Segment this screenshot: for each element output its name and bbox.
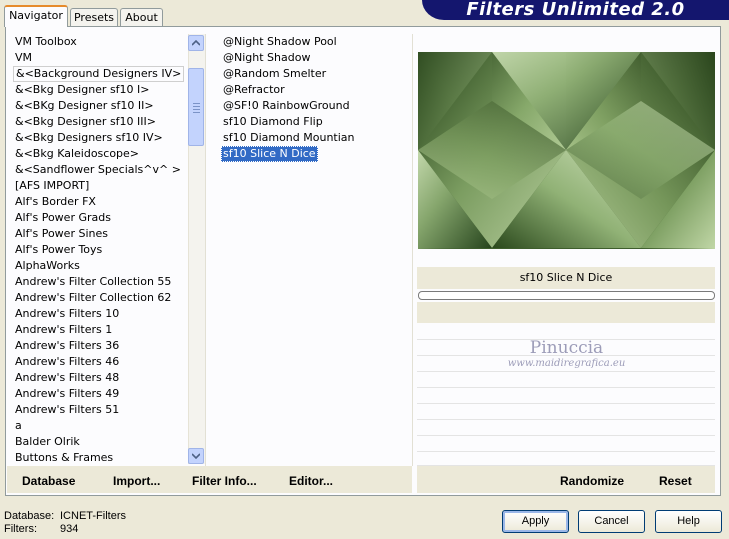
category-item[interactable]: Andrew's Filters 49: [13, 386, 121, 402]
parameter-row: [417, 452, 715, 466]
category-item[interactable]: &<Background Designers IV>: [13, 66, 185, 82]
category-item[interactable]: Andrew's Filter Collection 55: [13, 274, 173, 290]
parameter-row: [417, 420, 715, 436]
apply-button[interactable]: Apply: [502, 510, 569, 533]
help-button-label: Help: [677, 515, 700, 527]
category-item[interactable]: &<BKg Designer sf10 II>: [13, 98, 156, 114]
category-item[interactable]: Alf's Power Sines: [13, 226, 110, 242]
scroll-up-button[interactable]: [188, 35, 204, 51]
category-item[interactable]: [AFS IMPORT]: [13, 178, 91, 194]
reset-button[interactable]: Reset: [659, 474, 692, 488]
category-item[interactable]: Buttons & Frames: [13, 450, 115, 466]
tab-navigator[interactable]: Navigator: [4, 5, 68, 27]
category-item[interactable]: &<Bkg Designer sf10 I>: [13, 82, 152, 98]
progress-bar: [418, 291, 715, 300]
status-database-label: Database:: [4, 510, 55, 522]
tab-about[interactable]: About: [120, 8, 163, 26]
filter-item[interactable]: @Random Smelter: [221, 66, 328, 82]
divider: [205, 34, 206, 466]
filter-item[interactable]: @Night Shadow Pool: [221, 34, 339, 50]
status-database: Database: ICNET-Filters: [4, 510, 126, 522]
filter-preview-image: [418, 52, 715, 249]
status-filters-value: 934: [60, 523, 79, 535]
selected-filter-name-label: sf10 Slice N Dice: [519, 271, 613, 284]
import-button[interactable]: Import...: [113, 474, 160, 488]
editor-button[interactable]: Editor...: [289, 474, 333, 488]
cancel-button[interactable]: Cancel: [578, 510, 645, 533]
category-item[interactable]: &<Bkg Designer sf10 III>: [13, 114, 158, 130]
scroll-down-button[interactable]: [188, 448, 204, 464]
category-item[interactable]: Andrew's Filters 46: [13, 354, 121, 370]
category-item[interactable]: Andrew's Filters 48: [13, 370, 121, 386]
category-item[interactable]: Alf's Power Toys: [13, 242, 104, 258]
status-filters: Filters: 934: [4, 523, 78, 535]
tab-about-label: About: [125, 11, 158, 24]
app-banner: Filters Unlimited 2.0: [422, 0, 729, 20]
filter-item[interactable]: @SF!0 RainbowGround: [221, 98, 352, 114]
category-item[interactable]: Andrew's Filters 51: [13, 402, 121, 418]
category-item[interactable]: VM Toolbox: [13, 34, 79, 50]
parameter-row: [417, 388, 715, 404]
arrow-down-icon: [191, 453, 201, 460]
help-button[interactable]: Help: [655, 510, 722, 533]
tab-presets[interactable]: Presets: [70, 8, 118, 26]
filter-item[interactable]: sf10 Diamond Mountian: [221, 130, 357, 146]
category-item[interactable]: AlphaWorks: [13, 258, 82, 274]
tab-navigator-label: Navigator: [9, 9, 63, 22]
status-database-value: ICNET-Filters: [60, 510, 126, 522]
parameter-header: [417, 302, 715, 323]
parameter-row: [417, 372, 715, 388]
category-item[interactable]: Alf's Border FX: [13, 194, 98, 210]
filter-item[interactable]: sf10 Slice N Dice: [221, 146, 318, 162]
category-item[interactable]: Andrew's Filters 1: [13, 322, 114, 338]
parameter-row: [417, 436, 715, 452]
banner-title: Filters Unlimited 2.0: [466, 0, 685, 20]
divider: [412, 34, 413, 466]
watermark-title: Pinuccia: [529, 338, 604, 358]
category-item[interactable]: Balder Olrik: [13, 434, 82, 450]
filter-info-button[interactable]: Filter Info...: [192, 474, 257, 488]
apply-button-label: Apply: [521, 515, 550, 527]
category-item[interactable]: Andrew's Filters 36: [13, 338, 121, 354]
randomize-button[interactable]: Randomize: [560, 474, 624, 488]
parameter-row: [417, 404, 715, 420]
category-item[interactable]: Alf's Power Grads: [13, 210, 113, 226]
selected-filter-name: sf10 Slice N Dice: [417, 267, 715, 289]
tab-presets-label: Presets: [73, 11, 115, 24]
category-item[interactable]: a: [13, 418, 24, 434]
watermark-url: www.maidiregrafica.eu: [507, 358, 626, 369]
category-item[interactable]: &<Bkg Designers sf10 IV>: [13, 130, 165, 146]
cancel-button-label: Cancel: [594, 515, 629, 527]
scroll-thumb[interactable]: [188, 68, 204, 146]
filter-item[interactable]: sf10 Diamond Flip: [221, 114, 325, 130]
category-item[interactable]: &<Sandflower Specials^v^ >: [13, 162, 183, 178]
category-item[interactable]: &<Bkg Kaleidoscope>: [13, 146, 141, 162]
watermark: Pinuccia www.maidiregrafica.eu: [418, 338, 715, 370]
status-filters-label: Filters:: [4, 523, 37, 535]
arrow-up-icon: [191, 39, 201, 46]
filter-item[interactable]: @Night Shadow: [221, 50, 312, 66]
category-item[interactable]: Andrew's Filter Collection 62: [13, 290, 173, 306]
filter-item[interactable]: @Refractor: [221, 82, 287, 98]
database-button[interactable]: Database: [22, 474, 75, 488]
category-item[interactable]: Andrew's Filters 10: [13, 306, 121, 322]
category-item[interactable]: VM: [13, 50, 34, 66]
